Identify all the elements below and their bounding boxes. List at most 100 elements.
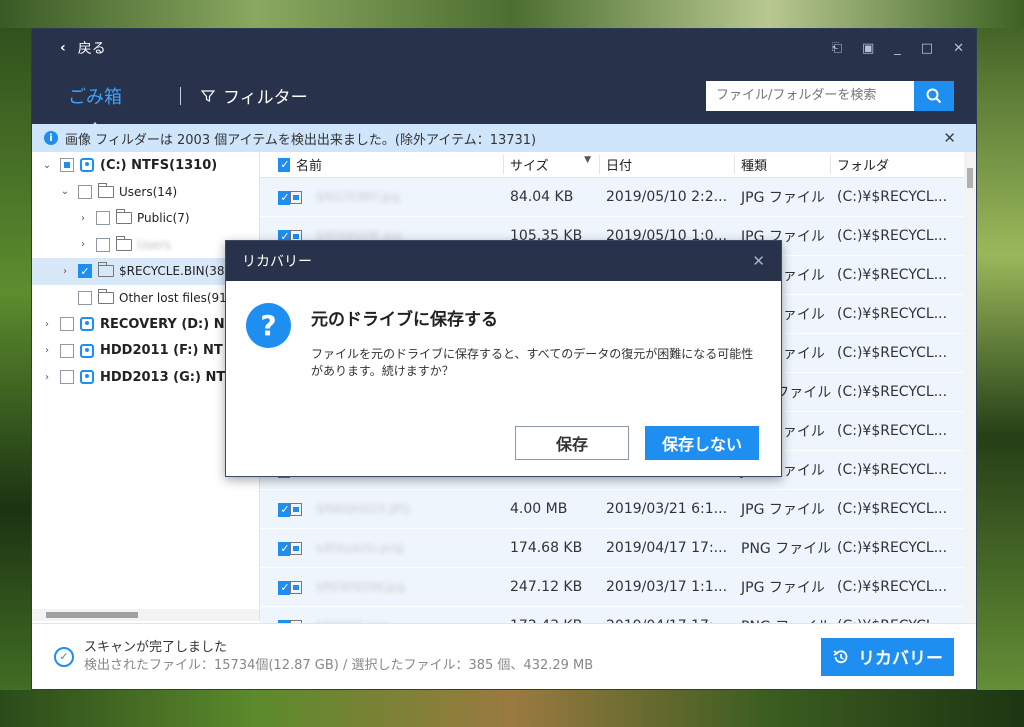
chevron-right-icon[interactable]: › xyxy=(76,213,90,224)
folder-icon xyxy=(98,262,114,278)
tree-checkbox[interactable] xyxy=(78,290,92,305)
history-icon xyxy=(833,649,848,663)
tree-item-label: RECOVERY (D:) N xyxy=(100,316,225,332)
search-input[interactable] xyxy=(706,80,914,111)
tree-checkbox[interactable]: ✓ xyxy=(78,264,92,279)
status-detail: 検出されたファイル：15734個(12.87 GB) / 選択したファイル：38… xyxy=(84,657,594,673)
recover-label: リカバリー xyxy=(858,649,943,669)
select-all-checkbox[interactable]: ✓ xyxy=(278,157,290,172)
cell-folder: (C:)¥$RECYCL... xyxy=(837,540,948,556)
background-wallpaper-bottom xyxy=(0,690,1024,727)
table-row[interactable]: ✓ sdhbyazlo.png 174.68 KB 2019/04/17 17:...… xyxy=(260,529,976,568)
tree-checkbox[interactable] xyxy=(60,317,74,332)
cell-type: JPG ファイル xyxy=(741,502,825,518)
dialog-text: 元のドライブに保存する ファイルを元のドライブに保存すると、すべてのデータの復元… xyxy=(311,303,761,380)
filter-button[interactable]: フィルター xyxy=(201,83,308,108)
chevron-right-icon[interactable]: › xyxy=(40,319,54,330)
cell-folder: (C:)¥$RECYCL... xyxy=(837,306,948,322)
cell-type: PNG ファイル xyxy=(741,541,831,557)
tree-item[interactable]: › Public(7) xyxy=(32,205,259,232)
titlebar: ‹ 戻る ⎗ ▣ _ □ ✕ xyxy=(32,29,976,67)
cell-folder: (C:)¥$RECYCL... xyxy=(837,501,948,517)
cell-name: $REWSDIW.jpg xyxy=(278,579,492,595)
table-row[interactable]: ✓ $REWSDIW.jpg 247.12 KB 2019/03/17 1:1... J… xyxy=(260,568,976,607)
tree-item-label: Other lost files(91 xyxy=(119,290,227,305)
chevron-down-icon[interactable]: ⌄ xyxy=(58,186,72,197)
menu-icon[interactable]: ▣ xyxy=(862,41,874,56)
image-file-icon xyxy=(290,190,302,204)
dialog-title: リカバリー xyxy=(242,254,312,270)
cell-name: $RG7E9RF.jpg xyxy=(278,189,492,205)
chevron-down-icon[interactable]: ⌄ xyxy=(40,160,54,171)
info-close-icon[interactable]: ✕ xyxy=(943,129,956,147)
dialog-body: ? 元のドライブに保存する ファイルを元のドライブに保存すると、すべてのデータの… xyxy=(226,281,781,380)
cell-size: 84.04 KB xyxy=(510,189,574,205)
dialog-close-icon[interactable]: ✕ xyxy=(752,252,765,270)
tree-checkbox[interactable] xyxy=(60,158,74,173)
table-row[interactable]: ✓ $RG7E9RF.jpg 84.04 KB 2019/05/10 2:2... JP… xyxy=(260,178,976,217)
tree-item-label: Public(7) xyxy=(137,211,190,226)
tree-item-label: Users xyxy=(137,237,171,252)
status-title: スキャンが完了しました xyxy=(84,639,228,655)
toolbar-divider xyxy=(180,86,181,105)
question-icon: ? xyxy=(246,303,291,348)
chevron-right-icon[interactable]: › xyxy=(40,372,54,383)
header-folder[interactable]: フォルダ xyxy=(831,155,961,174)
info-icon: i xyxy=(44,131,58,145)
tree-item[interactable]: ⌄ Users(14) xyxy=(32,179,259,206)
dialog-heading: 元のドライブに保存する xyxy=(311,310,498,330)
dialog-message: ファイルを元のドライブに保存すると、すべてのデータの復元が困難になる可能性があり… xyxy=(311,347,754,378)
info-message: 画像 フィルダーは 2003 個アイテムを検出出来ました。(除外アイテム：137… xyxy=(65,132,537,148)
drive-icon xyxy=(80,317,94,332)
minimize-icon[interactable]: _ xyxy=(894,41,901,56)
folder-icon xyxy=(116,235,132,251)
cell-folder: (C:)¥$RECYCL... xyxy=(837,579,948,595)
recover-button[interactable]: リカバリー xyxy=(821,637,954,676)
cell-date: 2019/03/17 1:1... xyxy=(606,579,728,595)
feedback-icon[interactable]: ⎗ xyxy=(832,41,842,56)
tree-item[interactable]: ⌄ (C:) NTFS(1310) xyxy=(32,152,259,179)
tree-checkbox[interactable] xyxy=(78,184,92,199)
back-button[interactable]: ‹ 戻る xyxy=(60,38,106,58)
tree-horizontal-scrollbar[interactable] xyxy=(32,609,259,621)
chevron-left-icon: ‹ xyxy=(60,40,66,56)
scrollbar-thumb[interactable] xyxy=(967,168,973,188)
cell-folder: (C:)¥$RECYCL... xyxy=(837,462,948,478)
tree-item-label: HDD2011 (F:) NT xyxy=(100,343,223,359)
chevron-right-icon[interactable]: › xyxy=(40,345,54,356)
tree-item-label: Users(14) xyxy=(119,184,178,199)
maximize-icon[interactable]: □ xyxy=(921,41,933,56)
tree-checkbox[interactable] xyxy=(60,343,74,358)
tree-checkbox[interactable] xyxy=(96,237,110,252)
dialog-buttons: 保存 保存しない xyxy=(515,426,759,460)
search-button[interactable] xyxy=(914,80,954,111)
tree-checkbox[interactable] xyxy=(96,211,110,226)
tree-checkbox[interactable] xyxy=(60,370,74,385)
chevron-right-icon[interactable]: › xyxy=(76,239,90,250)
header-name[interactable]: 名前 xyxy=(290,155,504,174)
cell-date: 2019/05/10 2:2... xyxy=(606,189,728,205)
header-type[interactable]: 種類 xyxy=(735,155,831,174)
dont-save-button[interactable]: 保存しない xyxy=(645,426,759,460)
header-size[interactable]: サイズ ▼ xyxy=(504,155,600,174)
info-bar: i 画像 フィルダーは 2003 個アイテムを検出出来ました。(除外アイテム：1… xyxy=(32,124,976,152)
scrollbar-thumb[interactable] xyxy=(46,612,138,618)
background-wallpaper-top xyxy=(0,0,1024,28)
recovery-dialog: リカバリー ✕ ? 元のドライブに保存する ファイルを元のドライブに保存すると、… xyxy=(225,240,782,477)
file-list-vertical-scrollbar[interactable] xyxy=(964,152,976,621)
window-controls: ⎗ ▣ _ □ ✕ xyxy=(832,41,964,56)
tree-item-label: $RECYCLE.BIN(38 xyxy=(119,264,225,279)
chevron-right-icon[interactable]: › xyxy=(58,266,72,277)
file-name: $REWSDIW.jpg xyxy=(316,580,405,594)
image-file-icon xyxy=(290,502,302,516)
tab-trash[interactable]: ごみ箱 xyxy=(68,83,122,130)
toolbar: ごみ箱 フィルター xyxy=(32,67,976,130)
file-name: $RWQHA2X.JPG xyxy=(316,502,410,516)
save-button[interactable]: 保存 xyxy=(515,426,629,460)
header-date[interactable]: 日付 xyxy=(600,155,735,174)
cell-folder: (C:)¥$RECYCL... xyxy=(837,345,948,361)
folder-icon xyxy=(98,182,114,198)
table-row[interactable]: ✓ $RWQHA2X.JPG 4.00 MB 2019/03/21 6:1... JPG… xyxy=(260,490,976,529)
drive-icon xyxy=(80,370,94,385)
close-icon[interactable]: ✕ xyxy=(953,41,964,56)
